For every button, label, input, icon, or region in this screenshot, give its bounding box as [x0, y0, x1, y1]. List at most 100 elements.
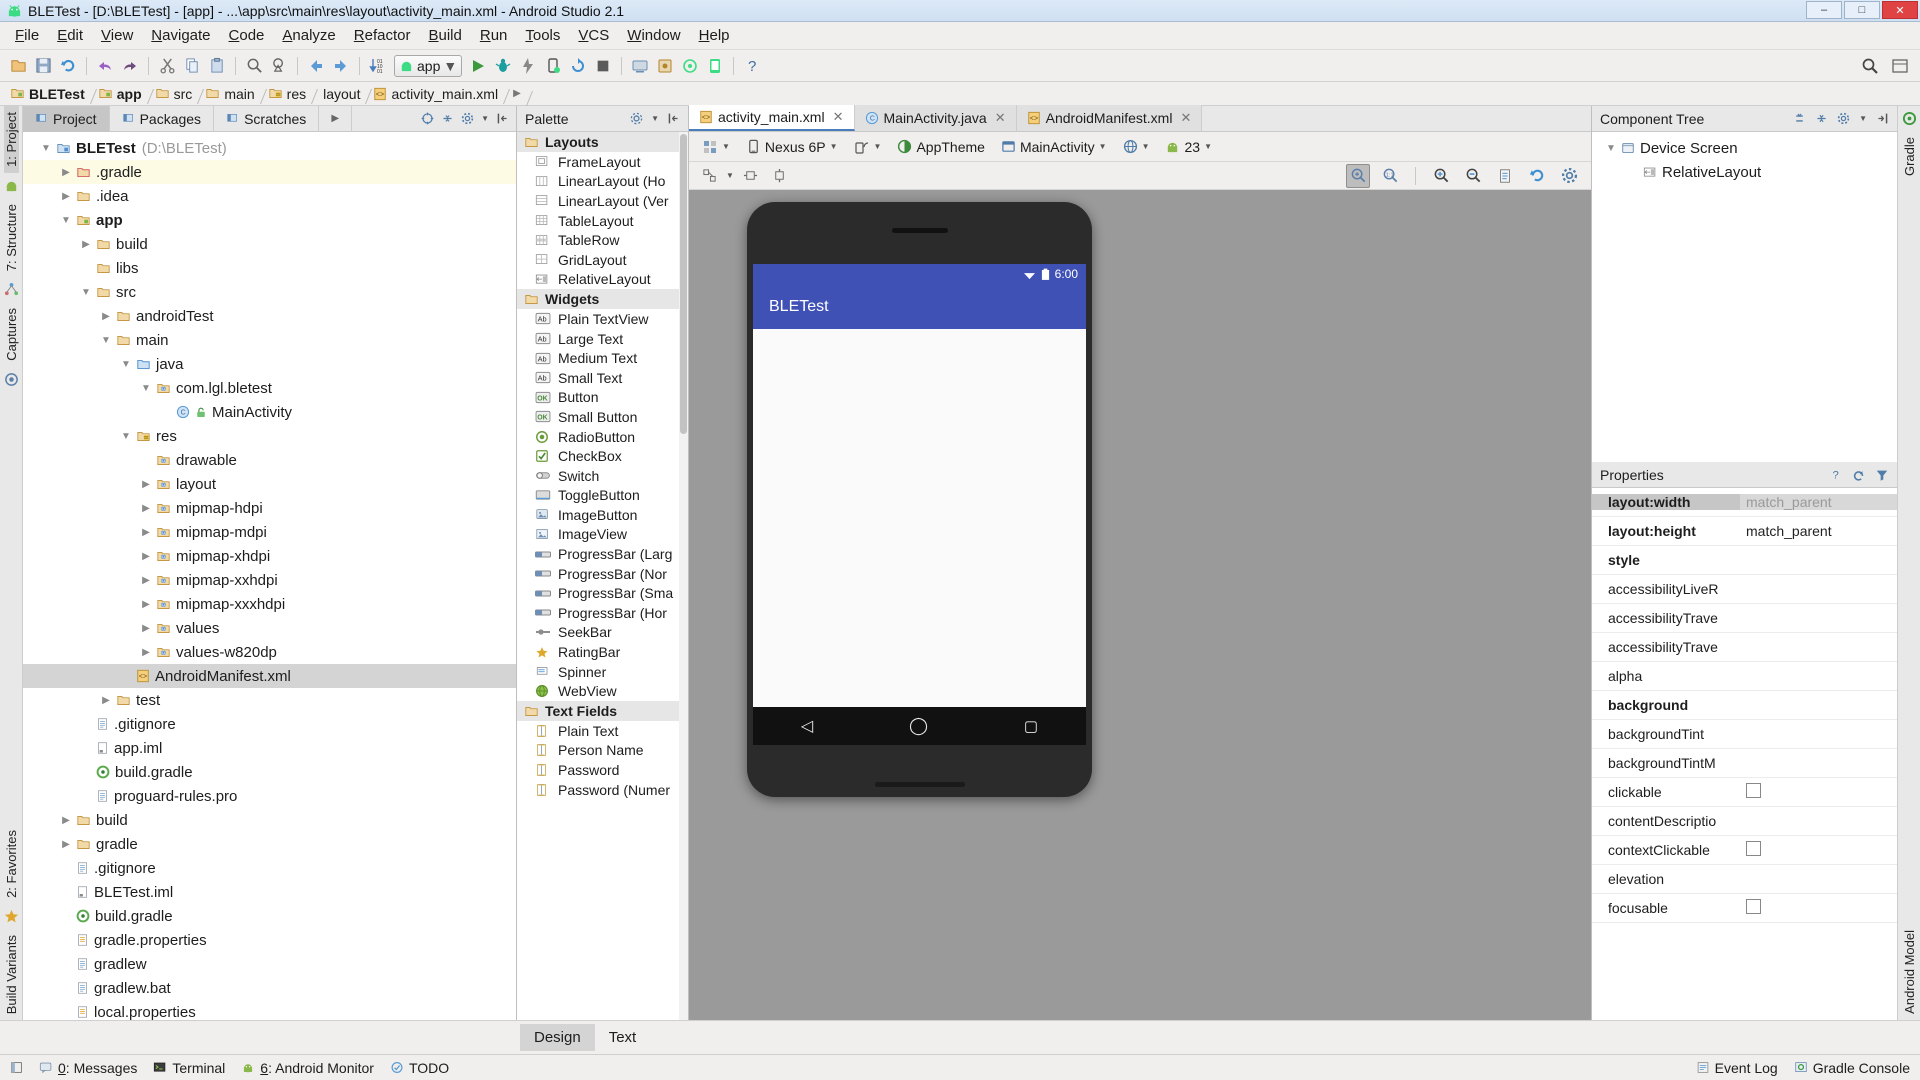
- hide-panel-icon[interactable]: [1876, 112, 1889, 125]
- window-controls[interactable]: – □ ✕: [1806, 1, 1918, 19]
- tree-node-mipmap-xxhdpi[interactable]: ▶ mipmap-xxhdpi: [23, 568, 516, 592]
- menu-item-help[interactable]: Help: [690, 24, 739, 47]
- tree-expander[interactable]: ▶: [59, 815, 73, 826]
- stop-icon[interactable]: [591, 54, 615, 78]
- find-icon[interactable]: [242, 54, 266, 78]
- menu-item-view[interactable]: View: [92, 24, 142, 47]
- refresh-icon[interactable]: [1525, 164, 1549, 188]
- tree-expander[interactable]: ▶: [139, 623, 153, 634]
- tree-node-drawable[interactable]: drawable: [23, 448, 516, 472]
- menu-item-build[interactable]: Build: [419, 24, 470, 47]
- breadcrumb-item-5[interactable]: layout: [315, 86, 369, 102]
- tree-node-androidmanifest-xml[interactable]: <> AndroidManifest.xml: [23, 664, 516, 688]
- property-value-cell[interactable]: [1740, 783, 1897, 801]
- menu-item-refactor[interactable]: Refactor: [345, 24, 420, 47]
- palette-settings-icon[interactable]: [630, 112, 643, 125]
- tree-expander[interactable]: ▶: [99, 311, 113, 322]
- tree-expander[interactable]: ▶: [59, 191, 73, 202]
- menu-item-edit[interactable]: Edit: [48, 24, 92, 47]
- tree-expander[interactable]: ▼: [119, 431, 133, 442]
- tree-node-build[interactable]: ▶ build: [23, 232, 516, 256]
- palette-item-tablerow[interactable]: TableRow: [517, 230, 688, 250]
- palette-group-widgets[interactable]: Widgets: [517, 289, 688, 310]
- tree-node-com-lgl-bletest[interactable]: ▼ com.lgl.bletest: [23, 376, 516, 400]
- tree-expander[interactable]: ▼: [59, 215, 73, 226]
- search-everywhere-icon[interactable]: [1858, 54, 1882, 78]
- chevron-down-icon[interactable]: ▼: [1099, 142, 1107, 151]
- tree-expander[interactable]: ▼: [39, 143, 53, 154]
- tool-window-gradle-console[interactable]: Gradle Console: [1794, 1060, 1910, 1076]
- tree-expander[interactable]: ▶: [139, 647, 153, 658]
- tree-node-gradle[interactable]: ▶ gradle: [23, 832, 516, 856]
- project-tab-packages[interactable]: Packages: [110, 105, 215, 132]
- palette-item-person-name[interactable]: Person Name: [517, 741, 688, 761]
- palette-item-password[interactable]: Password: [517, 760, 688, 780]
- fit-vertical-icon[interactable]: [768, 164, 792, 188]
- hide-panel-icon[interactable]: [496, 112, 509, 125]
- tree-node-res[interactable]: ▼ res: [23, 424, 516, 448]
- tree-node-gradlew[interactable]: gradlew: [23, 952, 516, 976]
- zoom-out-icon[interactable]: [1461, 164, 1485, 188]
- palette-item-small-text[interactable]: Ab Small Text: [517, 368, 688, 388]
- open-icon[interactable]: [6, 54, 30, 78]
- tree-expander[interactable]: ▼: [139, 383, 153, 394]
- tree-expander[interactable]: ▶: [59, 167, 73, 178]
- gradle-rail-icon[interactable]: [1902, 111, 1917, 126]
- tree-node-bletest[interactable]: ▼ BLETest (D:\BLETest): [23, 136, 516, 160]
- sync-gradle-icon[interactable]: [566, 54, 590, 78]
- palette-item-progressbar-hor[interactable]: ProgressBar (Hor: [517, 603, 688, 623]
- property-row-elevation[interactable]: elevation: [1592, 865, 1897, 894]
- tree-node-values[interactable]: ▶ values: [23, 616, 516, 640]
- menu-item-code[interactable]: Code: [220, 24, 274, 47]
- property-row-contextclickable[interactable]: contextClickable: [1592, 836, 1897, 865]
- breadcrumb-item-2[interactable]: src: [151, 86, 202, 102]
- property-row-accessibilitytrave[interactable]: accessibilityTrave: [1592, 604, 1897, 633]
- property-value-cell[interactable]: match_parent: [1740, 523, 1897, 539]
- sidebar-item-android-model[interactable]: Android Model: [1902, 924, 1917, 1020]
- project-tab-project[interactable]: Project: [23, 105, 110, 132]
- app-content-area[interactable]: [753, 329, 1086, 742]
- breadcrumb-item-3[interactable]: main: [201, 86, 263, 102]
- redo-icon[interactable]: [118, 54, 142, 78]
- property-row-contentdescriptio[interactable]: contentDescriptio: [1592, 807, 1897, 836]
- tree-node--gradle[interactable]: ▶ .gradle: [23, 160, 516, 184]
- tree-expander[interactable]: ▼: [79, 287, 93, 298]
- gear-icon[interactable]: [1837, 112, 1850, 125]
- menu-item-navigate[interactable]: Navigate: [142, 24, 219, 47]
- tree-node-mainactivity[interactable]: C MainActivity: [23, 400, 516, 424]
- palette-item-linearlayout-ho[interactable]: LinearLayout (Ho: [517, 172, 688, 192]
- property-row-focusable[interactable]: focusable: [1592, 894, 1897, 923]
- property-checkbox[interactable]: [1746, 841, 1761, 856]
- structure-graph-icon[interactable]: [4, 282, 19, 297]
- project-tab-scratches[interactable]: Scratches: [214, 105, 320, 132]
- sidebar-item-structure[interactable]: 7: Structure: [4, 198, 19, 277]
- sync-icon[interactable]: [56, 54, 80, 78]
- tool-window-todo[interactable]: TODO: [390, 1060, 449, 1076]
- back-icon[interactable]: [304, 54, 328, 78]
- property-row-backgroundtint[interactable]: backgroundTint: [1592, 720, 1897, 749]
- palette-item-seekbar[interactable]: SeekBar: [517, 623, 688, 643]
- compile-icon[interactable]: 01 10 01: [366, 54, 390, 78]
- chevron-down-icon[interactable]: ▼: [1204, 142, 1212, 151]
- hide-all-windows-icon[interactable]: [10, 1061, 23, 1074]
- tree-node-androidtest[interactable]: ▶ androidTest: [23, 304, 516, 328]
- tree-node-gradle-properties[interactable]: gradle.properties: [23, 928, 516, 952]
- tree-node-proguard-rules-pro[interactable]: proguard-rules.pro: [23, 784, 516, 808]
- tree-expander[interactable]: ▶: [99, 695, 113, 706]
- ddms-icon[interactable]: [678, 54, 702, 78]
- tree-expander[interactable]: ▶: [139, 503, 153, 514]
- project-tabs-overflow[interactable]: ▶: [319, 105, 353, 132]
- chevron-down-icon[interactable]: ▼: [443, 58, 457, 74]
- tree-node-main[interactable]: ▼ main: [23, 328, 516, 352]
- sidebar-item-captures[interactable]: Captures: [4, 302, 19, 367]
- editor-tab-androidmanifest-xml[interactable]: <> AndroidManifest.xml ✕: [1016, 105, 1203, 131]
- chevron-down-icon[interactable]: ▼: [1859, 114, 1867, 123]
- palette-item-framelayout[interactable]: FrameLayout: [517, 152, 688, 172]
- property-row-clickable[interactable]: clickable: [1592, 778, 1897, 807]
- collapse-all-icon[interactable]: [441, 112, 454, 125]
- star-icon[interactable]: [4, 909, 19, 924]
- tree-node-build[interactable]: ▶ build: [23, 808, 516, 832]
- palette-item-small-button[interactable]: OK Small Button: [517, 407, 688, 427]
- palette-item-tablelayout[interactable]: TableLayout: [517, 211, 688, 231]
- palette-item-switch[interactable]: Switch: [517, 466, 688, 486]
